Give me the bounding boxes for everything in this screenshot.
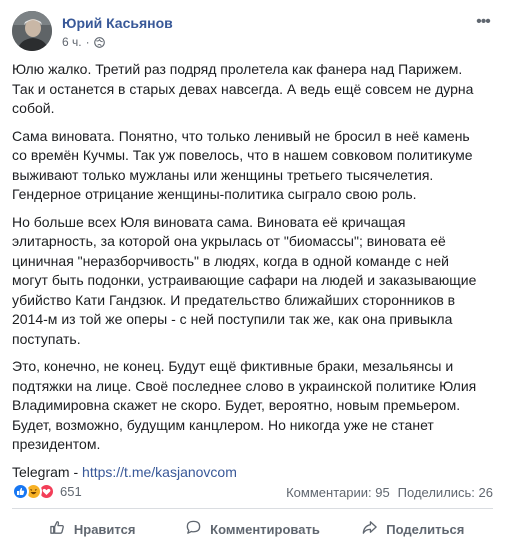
- share-button[interactable]: Поделиться: [333, 512, 493, 546]
- reactions-count: 651: [60, 484, 82, 499]
- engagement-counts: Комментарии: 95 Поделились: 26: [286, 485, 493, 500]
- reactions-summary[interactable]: 651: [12, 483, 82, 500]
- avatar[interactable]: [12, 11, 52, 51]
- comments-count[interactable]: Комментарии: 95: [286, 485, 390, 500]
- telegram-link[interactable]: https://t.me/kasjanovcom: [82, 464, 237, 480]
- meta-separator: ·: [85, 35, 90, 49]
- share-icon: [361, 519, 378, 539]
- post-actions: Нравится Комментировать Поделиться: [12, 512, 493, 546]
- share-label: Поделиться: [386, 521, 465, 537]
- post-header: Юрий Касьянов 6 ч. · •••: [12, 11, 493, 55]
- telegram-prefix: Telegram -: [12, 463, 83, 480]
- comment-button[interactable]: Комментировать: [172, 512, 332, 546]
- post-paragraph: Юлю жалко. Третий раз подряд пролетела к…: [12, 61, 474, 116]
- thumbs-up-icon: [49, 519, 66, 539]
- avatar-photo: [12, 11, 52, 51]
- comment-icon: [185, 519, 202, 539]
- like-reaction-icon: [12, 483, 29, 500]
- post-paragraph: Но больше всех Юля виновата сама. Винова…: [12, 213, 477, 347]
- post-body: Юлю жалко. Третий раз подряд пролетела к…: [12, 60, 487, 490]
- comment-label: Комментировать: [210, 521, 320, 537]
- ellipsis-icon[interactable]: •••: [473, 14, 493, 30]
- post-stats: 651 Комментарии: 95 Поделились: 26: [12, 481, 493, 503]
- divider: [12, 508, 493, 509]
- author-name[interactable]: Юрий Касьянов: [62, 15, 173, 31]
- facebook-post: Юрий Касьянов 6 ч. · ••• Юлю жалко. Трет…: [0, 0, 505, 555]
- post-time[interactable]: 6 ч.: [62, 35, 82, 49]
- telegram-line: Telegram - https://t.me/kasjanovcom: [12, 463, 487, 483]
- post-meta: 6 ч. ·: [62, 35, 105, 49]
- post-paragraph: Сама виновата. Понятно, что только ленив…: [12, 127, 473, 203]
- post-paragraph: Это, конечно, не конец. Будут ещё фиктив…: [12, 358, 477, 452]
- like-button[interactable]: Нравится: [12, 512, 172, 546]
- shares-count[interactable]: Поделились: 26: [398, 485, 493, 500]
- globe-icon[interactable]: [93, 36, 105, 48]
- like-label: Нравится: [73, 521, 136, 537]
